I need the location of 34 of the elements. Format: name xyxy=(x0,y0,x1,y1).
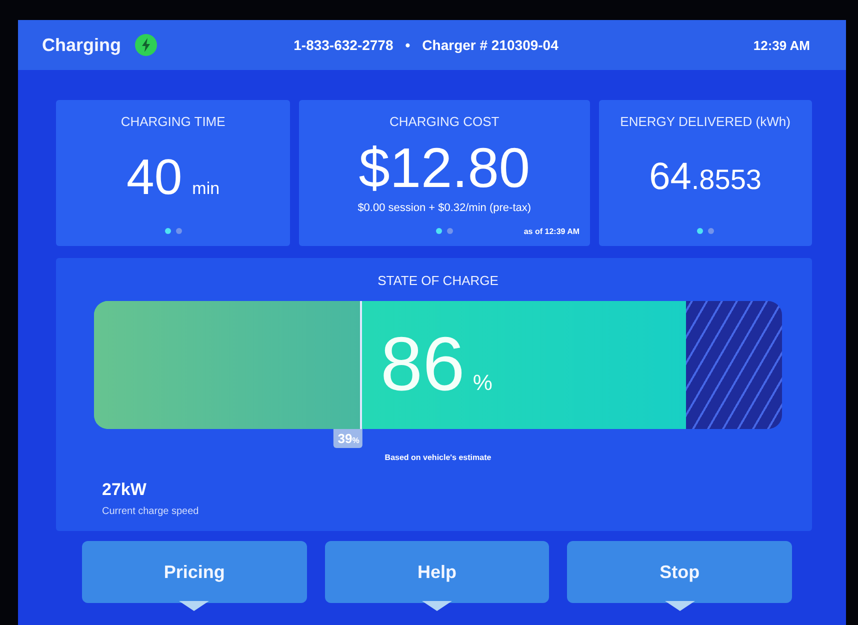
card-value: 64 xyxy=(649,158,692,196)
page-dot[interactable] xyxy=(176,228,182,234)
action-button[interactable]: Help xyxy=(324,541,550,603)
card-title: CHARGING TIME xyxy=(120,114,226,129)
action-button[interactable]: Pricing xyxy=(82,541,307,603)
card-title: CHARGING COST xyxy=(389,114,500,129)
card-value-fraction: .8553 xyxy=(691,166,762,194)
caret-icon xyxy=(422,601,452,611)
caret-icon xyxy=(664,601,695,611)
lightning-icon xyxy=(135,34,157,56)
panel-title: STATE OF CHARGE xyxy=(378,273,498,288)
charge-percent: 86% xyxy=(380,327,492,403)
card-value: 40 xyxy=(126,152,182,202)
page-dot[interactable] xyxy=(164,228,171,234)
page-dot[interactable] xyxy=(696,228,703,234)
caret-icon xyxy=(179,601,210,611)
page-dot[interactable] xyxy=(436,228,442,234)
card-unit: min xyxy=(192,178,220,198)
page-dot[interactable] xyxy=(446,228,453,234)
card-detail: $0.00 session + $0.32/min (pre-tax) xyxy=(358,202,532,214)
charge-speed: 27kW xyxy=(102,480,146,500)
clock-time: 12:39 AM xyxy=(753,38,810,52)
status-title: Charging xyxy=(42,34,121,56)
phone-number: 1-833-632-2778 xyxy=(294,37,394,53)
card-timestamp: as of 12:39 AM xyxy=(524,226,580,236)
charger-id: Charger # 210309-04 xyxy=(422,37,558,53)
start-level-tag: 39% xyxy=(334,429,362,448)
estimate-note: Based on vehicle's estimate xyxy=(384,453,492,462)
separator-dot: • xyxy=(405,37,410,53)
action-button[interactable]: Stop xyxy=(567,541,792,603)
card-title: ENERGY DELIVERED (kWh) xyxy=(620,114,790,129)
page-dot[interactable] xyxy=(708,228,714,234)
speed-label: Current charge speed xyxy=(102,506,199,517)
card-value: $12.80 xyxy=(358,140,530,196)
